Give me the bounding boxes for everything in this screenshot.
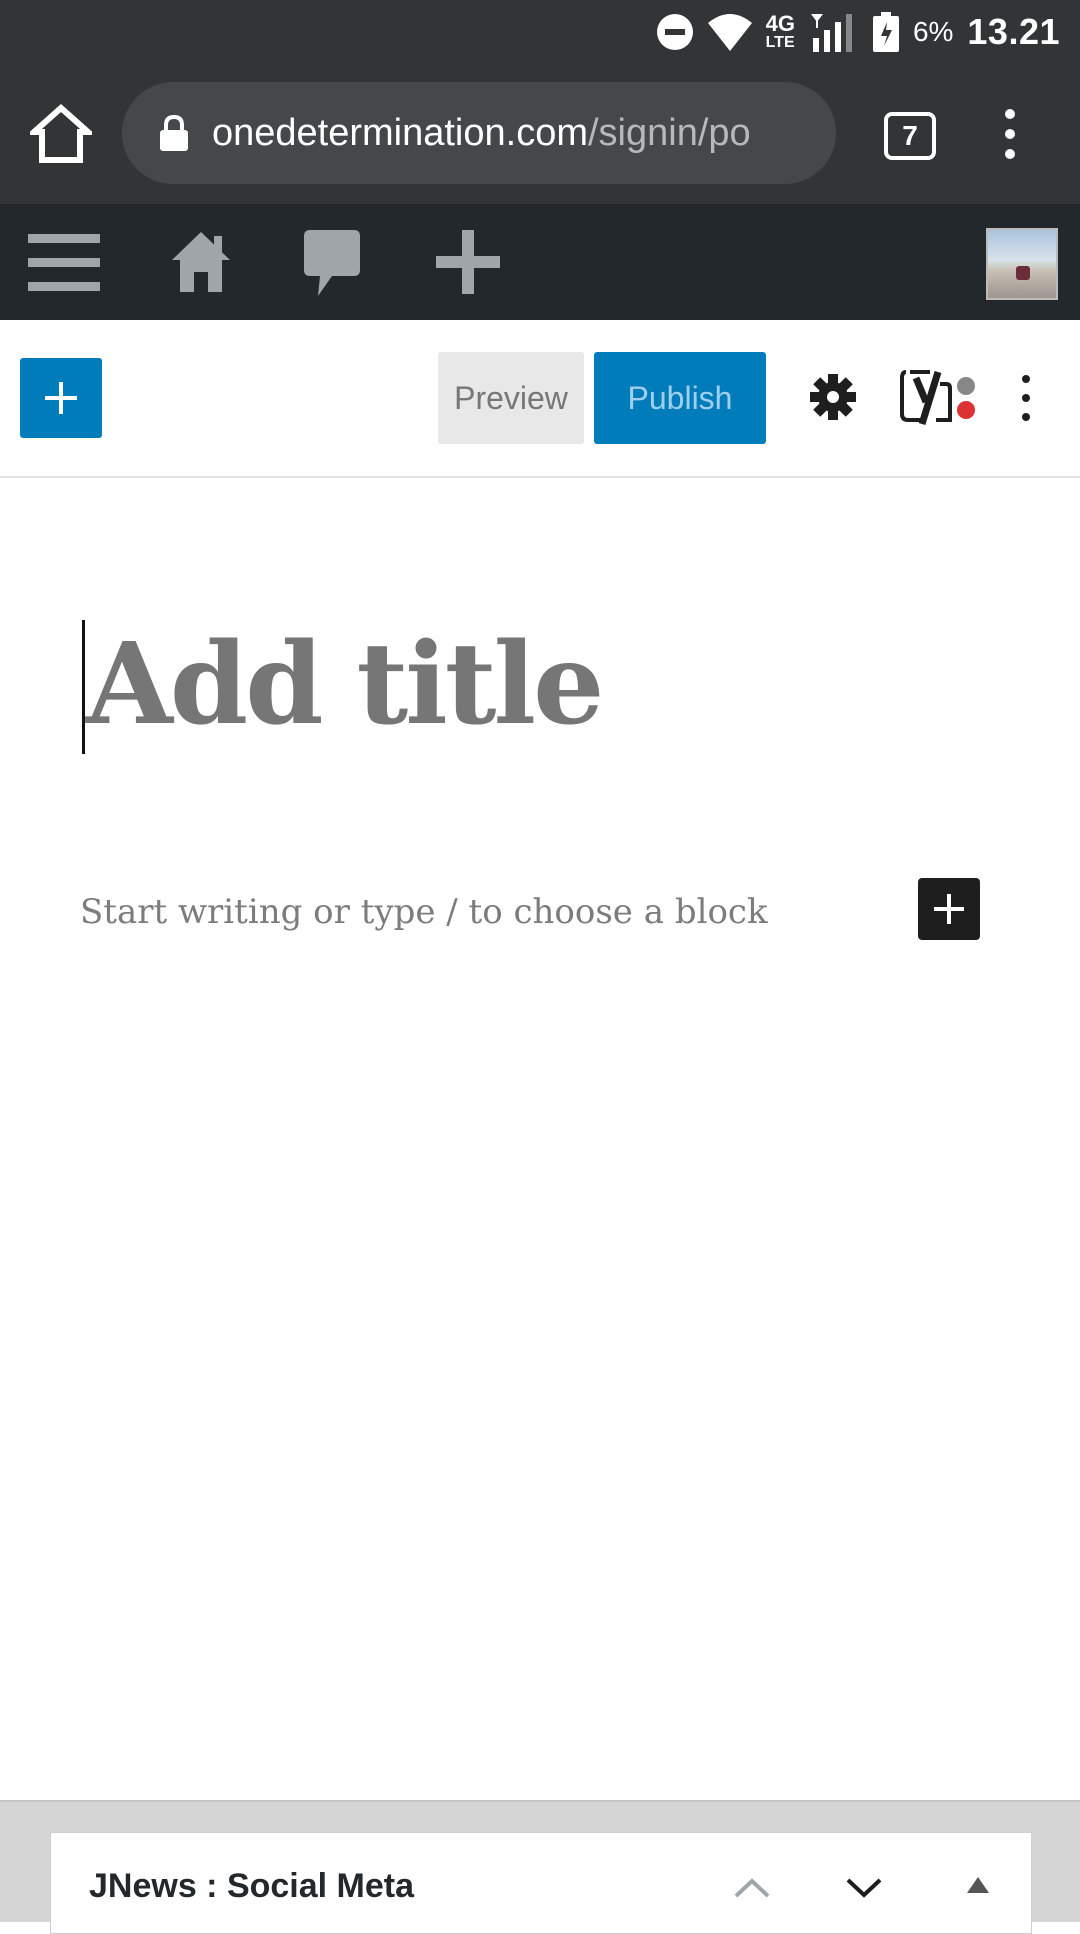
avatar-figure [1016, 266, 1030, 280]
gear-icon[interactable] [808, 372, 858, 422]
meta-box-title: JNews : Social Meta [89, 1867, 415, 1905]
wifi-icon [707, 14, 752, 51]
post-title-field[interactable]: Add title [82, 618, 982, 754]
status-icons: 4G LTE 6% 13.21 [656, 0, 1060, 64]
battery-percentage: 6% [912, 16, 954, 47]
plus-icon [934, 894, 964, 924]
menu-icon[interactable] [28, 228, 100, 296]
signal-icon [810, 14, 852, 52]
wp-admin-bar [0, 204, 1080, 320]
add-new-icon[interactable] [434, 228, 502, 296]
publish-button[interactable]: Publish [594, 352, 766, 444]
home-icon[interactable] [170, 228, 232, 296]
battery-icon [872, 12, 899, 52]
move-up-icon[interactable] [733, 1877, 771, 1899]
collapse-toggle-icon[interactable] [967, 1877, 989, 1893]
tab-switcher-button[interactable]: 7 [884, 112, 936, 160]
text-caret [82, 620, 85, 754]
url-text: onedetermination.com/signin/po [212, 82, 812, 184]
more-options-icon[interactable] [1020, 374, 1032, 422]
address-bar[interactable]: onedetermination.com/signin/po [122, 82, 836, 184]
meta-box-social: JNews : Social Meta [50, 1832, 1032, 1934]
add-block-button[interactable] [918, 878, 980, 940]
user-avatar[interactable] [986, 228, 1058, 300]
block-appender[interactable]: Start writing or type / to choose a bloc… [80, 882, 768, 942]
lock-icon [160, 115, 188, 151]
status-bar: 4G LTE 6% 13.21 [0, 0, 1080, 64]
url-domain: onedetermination.com [212, 112, 588, 154]
block-inserter-button[interactable] [20, 358, 102, 438]
move-down-icon[interactable] [845, 1877, 883, 1899]
clock: 13.21 [967, 11, 1060, 52]
browser-toolbar: onedetermination.com/signin/po 7 [0, 64, 1080, 204]
preview-button[interactable]: Preview [438, 352, 584, 444]
url-path: /signin/po [588, 112, 751, 154]
title-placeholder: Add title [86, 619, 604, 750]
yoast-seo-icon[interactable] [900, 364, 980, 428]
browser-menu-icon[interactable] [1000, 108, 1020, 160]
home-icon[interactable] [30, 104, 92, 164]
plus-icon [45, 382, 77, 414]
meta-boxes-area: JNews : Social Meta [0, 1800, 1080, 1934]
do-not-disturb-icon [656, 14, 693, 50]
network-type: 4G LTE [765, 11, 795, 51]
comment-icon[interactable] [302, 228, 362, 300]
editor-toolbar: Preview Publish [0, 320, 1080, 478]
